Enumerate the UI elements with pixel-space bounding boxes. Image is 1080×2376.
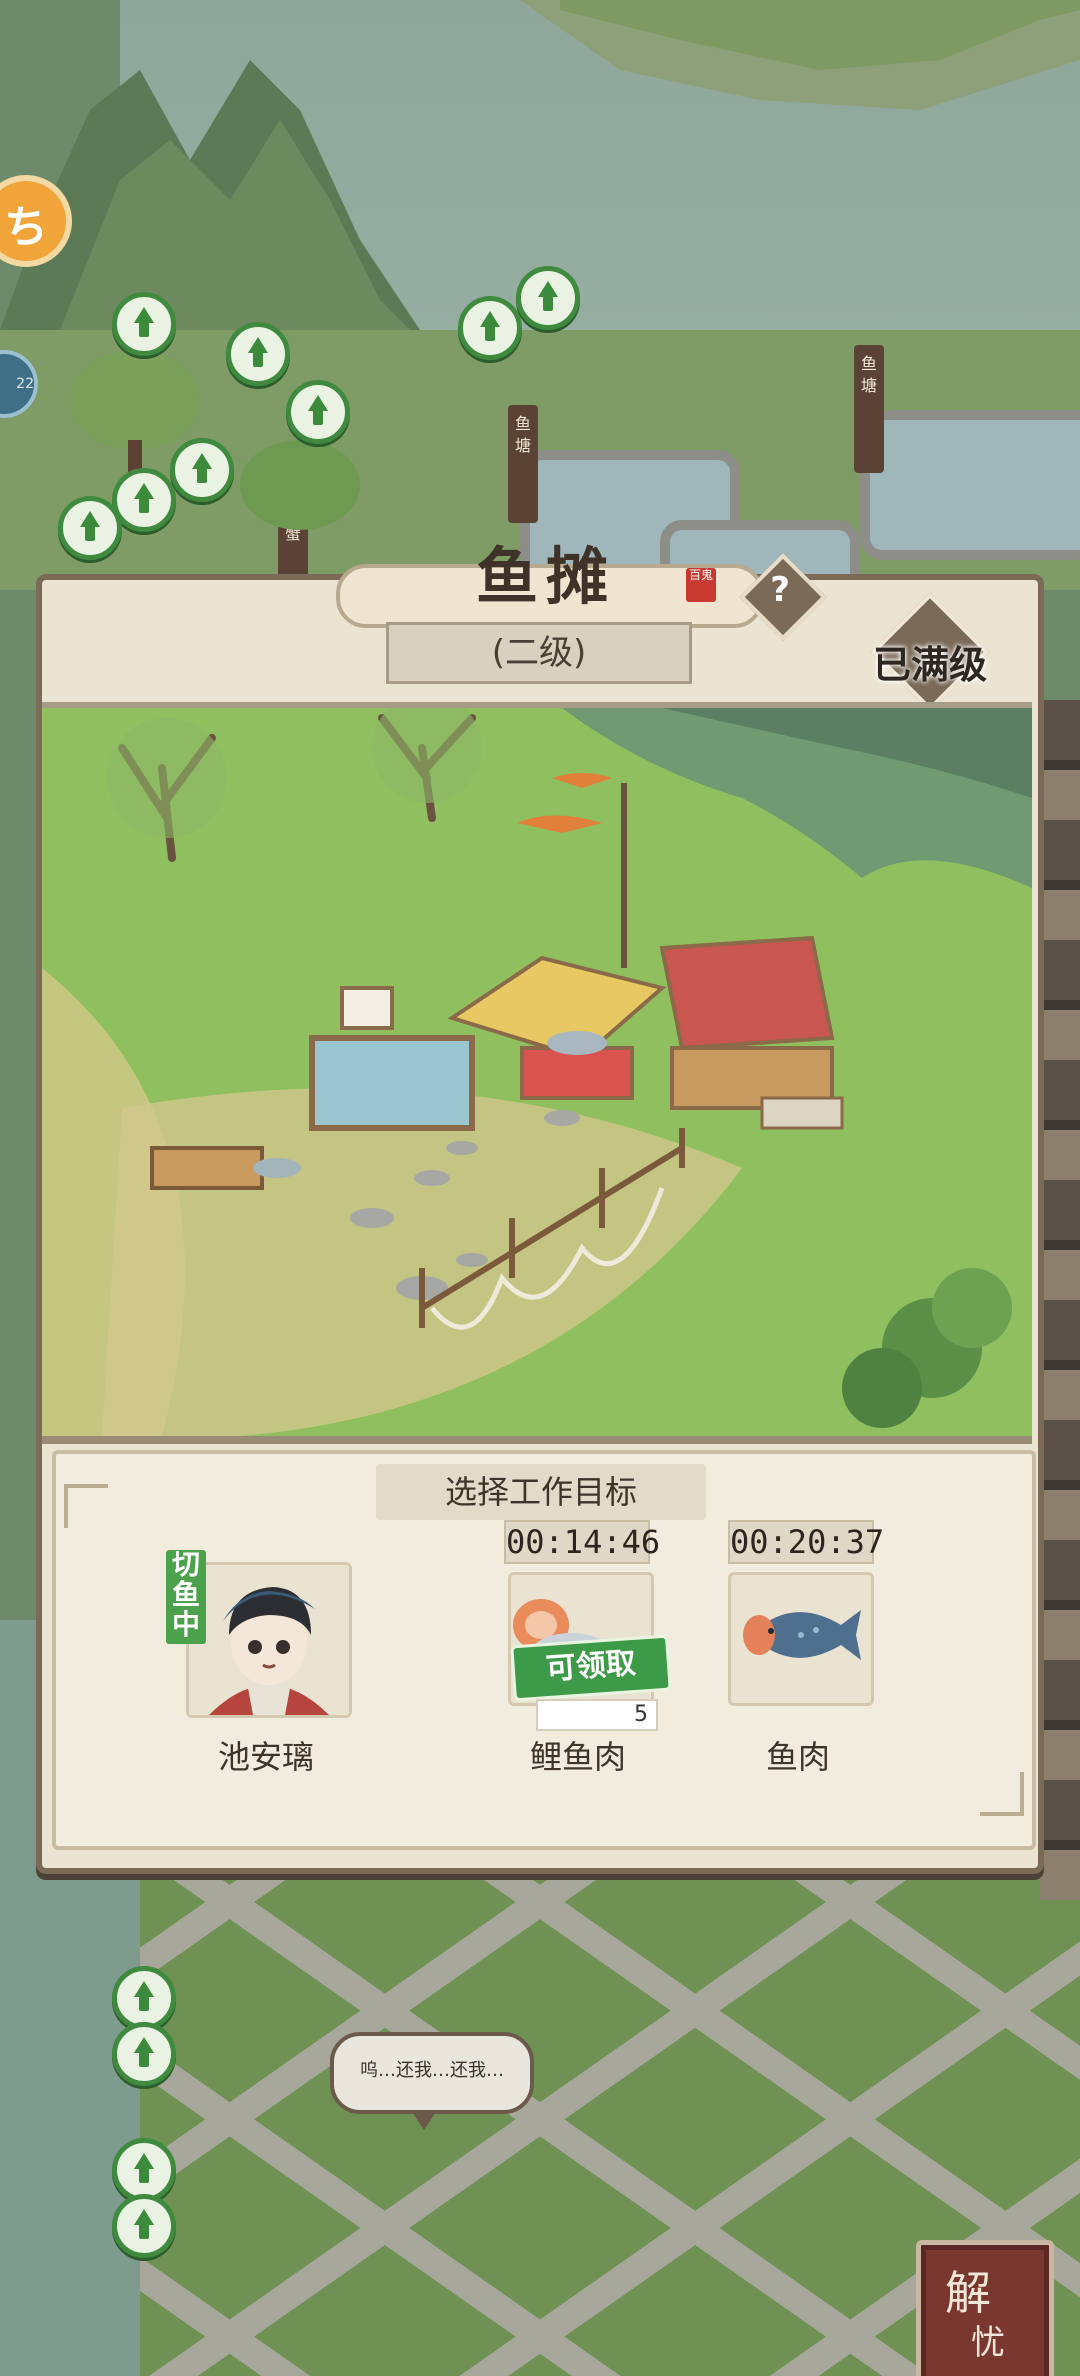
target-timer: 00:14:46 <box>504 1520 660 1564</box>
fish-meat-icon <box>743 1610 861 1660</box>
work-target-panel: 选择工作目标 切鱼中 池安璃 00:14:46 可领取 5 鲤鱼肉 00:20:… <box>52 1450 1036 1850</box>
max-level-badge: 已满级 <box>870 592 990 712</box>
target-name: 鲤鱼肉 <box>529 1738 626 1776</box>
corner-ornament <box>980 1772 1024 1816</box>
max-level-label: 已满级 <box>872 643 987 687</box>
fish-stall-dialog: 鱼摊 百鬼 ? (二级) 已满级 选择工作目标 切鱼中 池安璃 00:14:46… <box>36 540 1044 1874</box>
corner-ornament <box>64 1484 108 1528</box>
upgrade-arrow-icon[interactable] <box>458 296 522 360</box>
target-timer: 00:20:37 <box>728 1520 884 1564</box>
target-fish-meat[interactable] <box>728 1572 874 1706</box>
question-icon: ? <box>770 569 790 610</box>
side-menu-icon: ち <box>4 202 48 253</box>
upgrade-arrow-icon[interactable] <box>112 2138 176 2202</box>
worker-status-tag: 切鱼中 <box>166 1550 206 1644</box>
upgrade-arrow-icon[interactable] <box>516 266 580 330</box>
fish-pond[interactable] <box>860 410 1080 560</box>
signpost-fish-pond: 鱼 塘 <box>854 345 884 473</box>
seal-char-2: 忧 <box>971 2323 1005 2363</box>
target-name: 鱼肉 <box>765 1738 830 1776</box>
title-stamp: 百鬼 <box>686 568 716 602</box>
speech-bubble: 呜…还我…还我… <box>330 2032 534 2130</box>
target-header: 选择工作目标 <box>376 1464 706 1520</box>
upgrade-arrow-icon[interactable] <box>112 2022 176 2086</box>
seal-char-1: 解 <box>945 2266 991 2320</box>
upgrade-arrow-icon[interactable] <box>58 496 122 560</box>
jieyou-button[interactable]: 解 忧 <box>916 2240 1054 2376</box>
upgrade-arrow-icon[interactable] <box>170 438 234 502</box>
signpost-fish-pond: 鱼 塘 <box>508 405 538 523</box>
buildings-edge <box>1040 700 1080 1900</box>
upgrade-arrow-icon[interactable] <box>286 380 350 444</box>
fish-stall-illustration <box>42 702 1032 1444</box>
upgrade-arrow-icon[interactable] <box>112 2194 176 2258</box>
building-level: (二级) <box>386 622 692 684</box>
upgrade-arrow-icon[interactable] <box>226 322 290 386</box>
target-count: 5 <box>536 1699 658 1731</box>
upgrade-arrow-icon[interactable] <box>112 1966 176 2030</box>
worker-name: 池安璃 <box>217 1738 314 1776</box>
worker-avatar <box>209 1587 329 1715</box>
claim-button[interactable]: 可领取 <box>510 1634 672 1702</box>
worker-portrait-card[interactable] <box>186 1562 352 1718</box>
upgrade-arrow-icon[interactable] <box>112 292 176 356</box>
